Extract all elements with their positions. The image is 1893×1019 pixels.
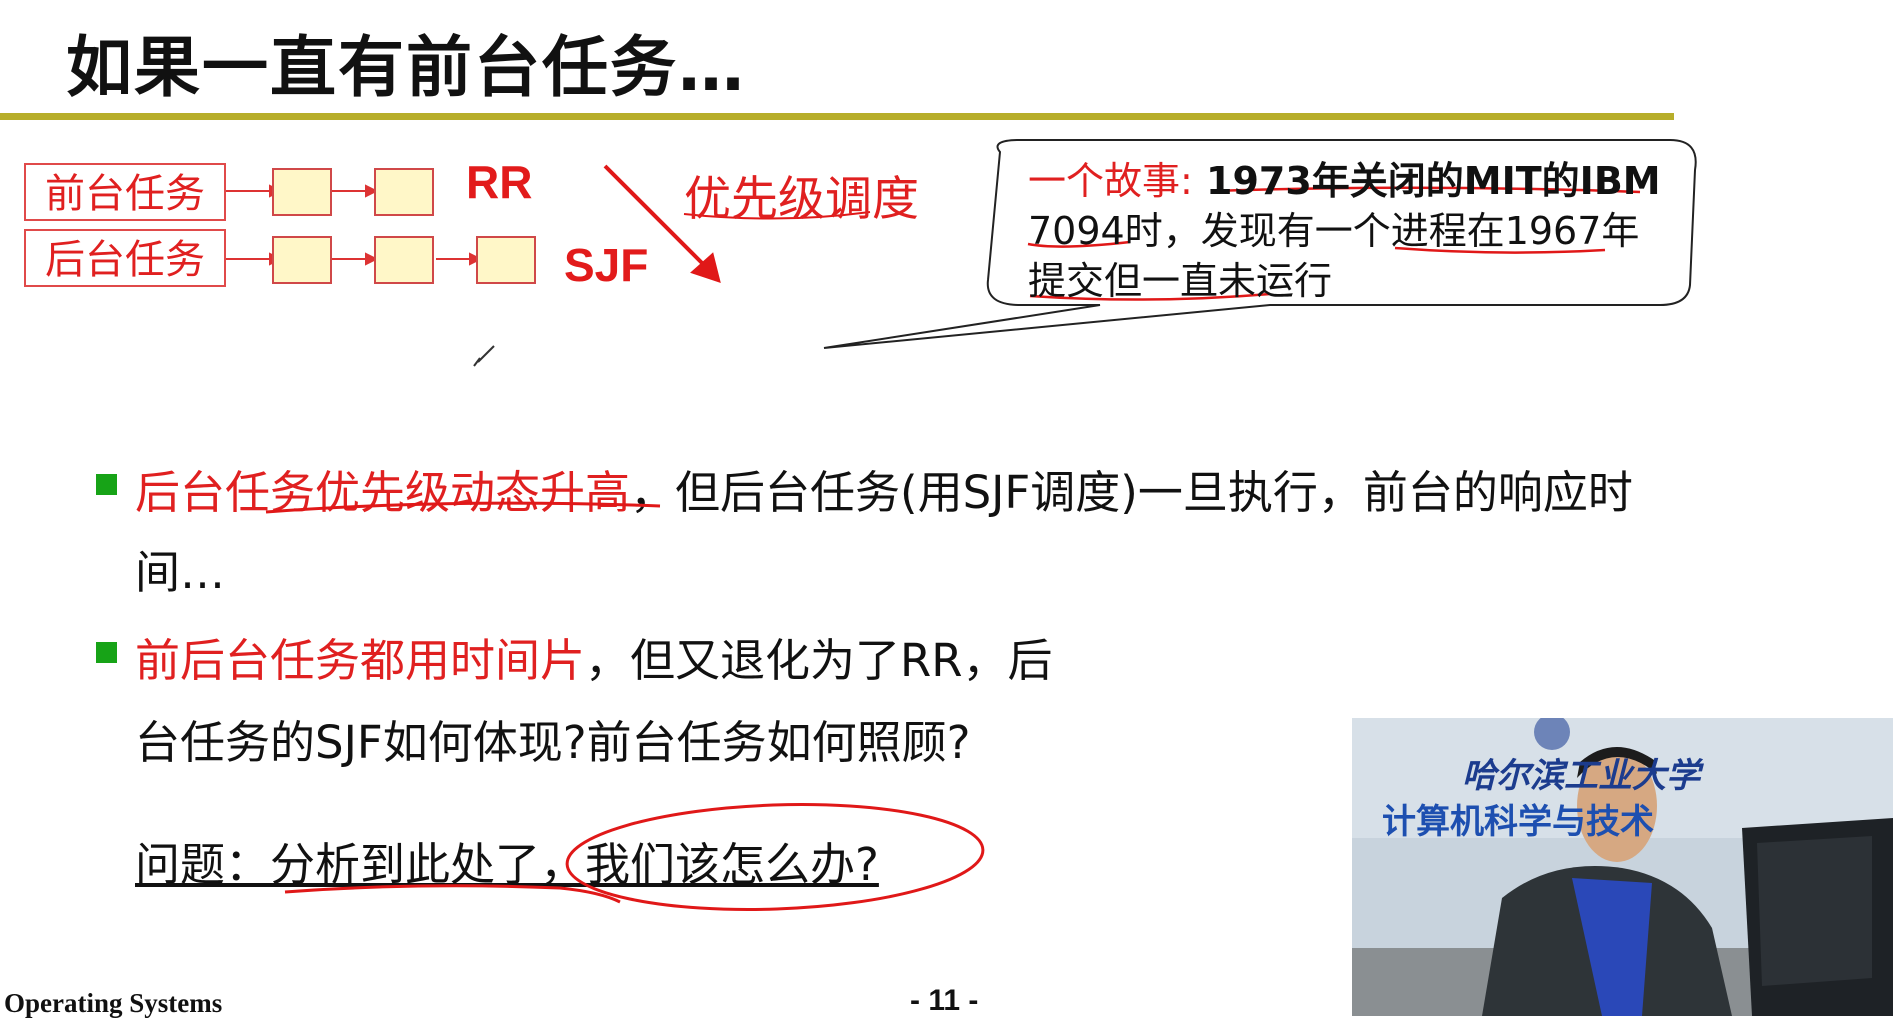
question-circle [565, 803, 985, 911]
callout-story: 一个故事: 1973年关闭的MIT的IBM 7094时，发现有一个进程在1967… [1028, 156, 1678, 306]
sjf-label: SJF [564, 239, 649, 291]
bg-queue-slot-3 [476, 236, 536, 284]
fg-queue-slot-2 [374, 168, 434, 216]
callout-line1: 1973年关闭的MIT的IBM [1192, 159, 1661, 203]
bullet-1-underline [265, 501, 661, 514]
bg-queue-slot-2 [374, 236, 434, 284]
question-underline [284, 884, 621, 904]
footer-course-name: Operating Systems [4, 988, 223, 1018]
pen-cursor-icon [473, 345, 495, 367]
rr-label: RR [466, 156, 533, 208]
video-banner-department: 计算机科学与技术 [1382, 802, 1654, 842]
bg-queue-slot-1 [272, 236, 332, 284]
priority-scheduling-label: 优先级调度 [684, 172, 919, 227]
fg-queue-slot-1 [272, 168, 332, 216]
hand-annotations [265, 501, 985, 911]
video-banner-university: 哈尔滨工业大学 [1462, 756, 1700, 796]
footer-page-number: - 11 - [910, 984, 979, 1017]
callout-line2: 7094时，发现有一个进程在1967年 [1028, 209, 1640, 253]
instructor-video-overlay: 哈尔滨工业大学 计算机科学与技术 [1352, 718, 1893, 1016]
callout-lead: 一个故事: [1028, 159, 1193, 203]
callout-line3: 提交但一直未运行 [1028, 259, 1333, 303]
